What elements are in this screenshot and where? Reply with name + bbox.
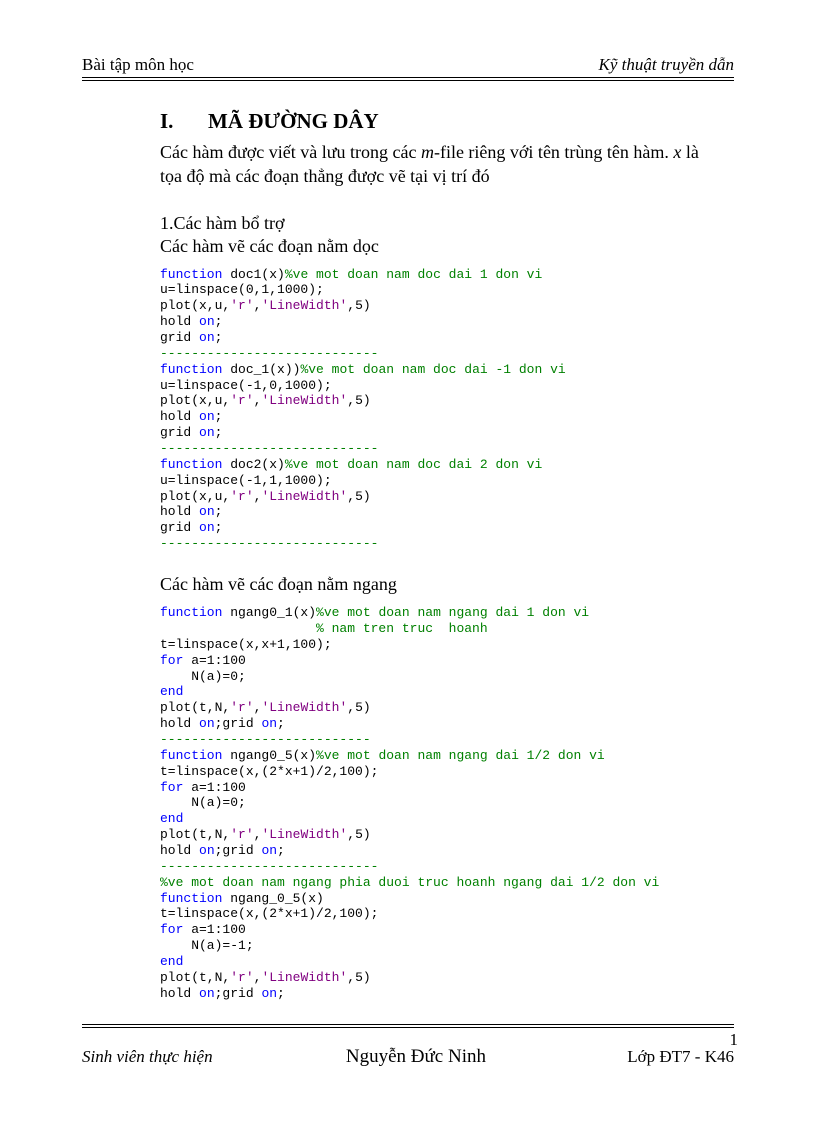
subsection-ngang: Các hàm vẽ các đoạn nằm ngang [160,574,724,595]
footer-author: Nguyễn Đức Ninh [213,1046,620,1068]
page-number: 1 [730,1030,739,1050]
footer-left: Sinh viên thực hiện [82,1047,213,1067]
header-right: Kỹ thuật truyền dẫn [598,55,734,75]
code-block-1: function doc1(x)%ve mot doan nam doc dai… [160,267,724,552]
content: I.MÃ ĐƯỜNG DÂY Các hàm được viết và lưu … [82,109,734,1002]
header-left: Bài tập môn học [82,55,194,75]
section-number: I. [160,109,208,134]
footer-class: Lớp ĐT7 - K46 [627,1047,734,1067]
code-block-2: function ngang0_1(x)%ve mot doan nam nga… [160,605,724,1001]
section-heading: MÃ ĐƯỜNG DÂY [208,109,379,133]
page-footer: Sinh viên thực hiện Nguyễn Đức Ninh Lớp … [82,1024,734,1068]
m-italic: m [421,142,434,162]
intro-paragraph: Các hàm được viết và lưu trong các m-fil… [160,140,724,189]
page-header: Bài tập môn học Kỹ thuật truyền dẫn [82,55,734,81]
section-title: I.MÃ ĐƯỜNG DÂY [160,109,724,134]
footer-rule [82,1024,734,1028]
subsection-doc: Các hàm vẽ các đoạn nằm dọc [160,236,724,257]
subsection-1: 1.Các hàm bổ trợ [160,213,724,234]
